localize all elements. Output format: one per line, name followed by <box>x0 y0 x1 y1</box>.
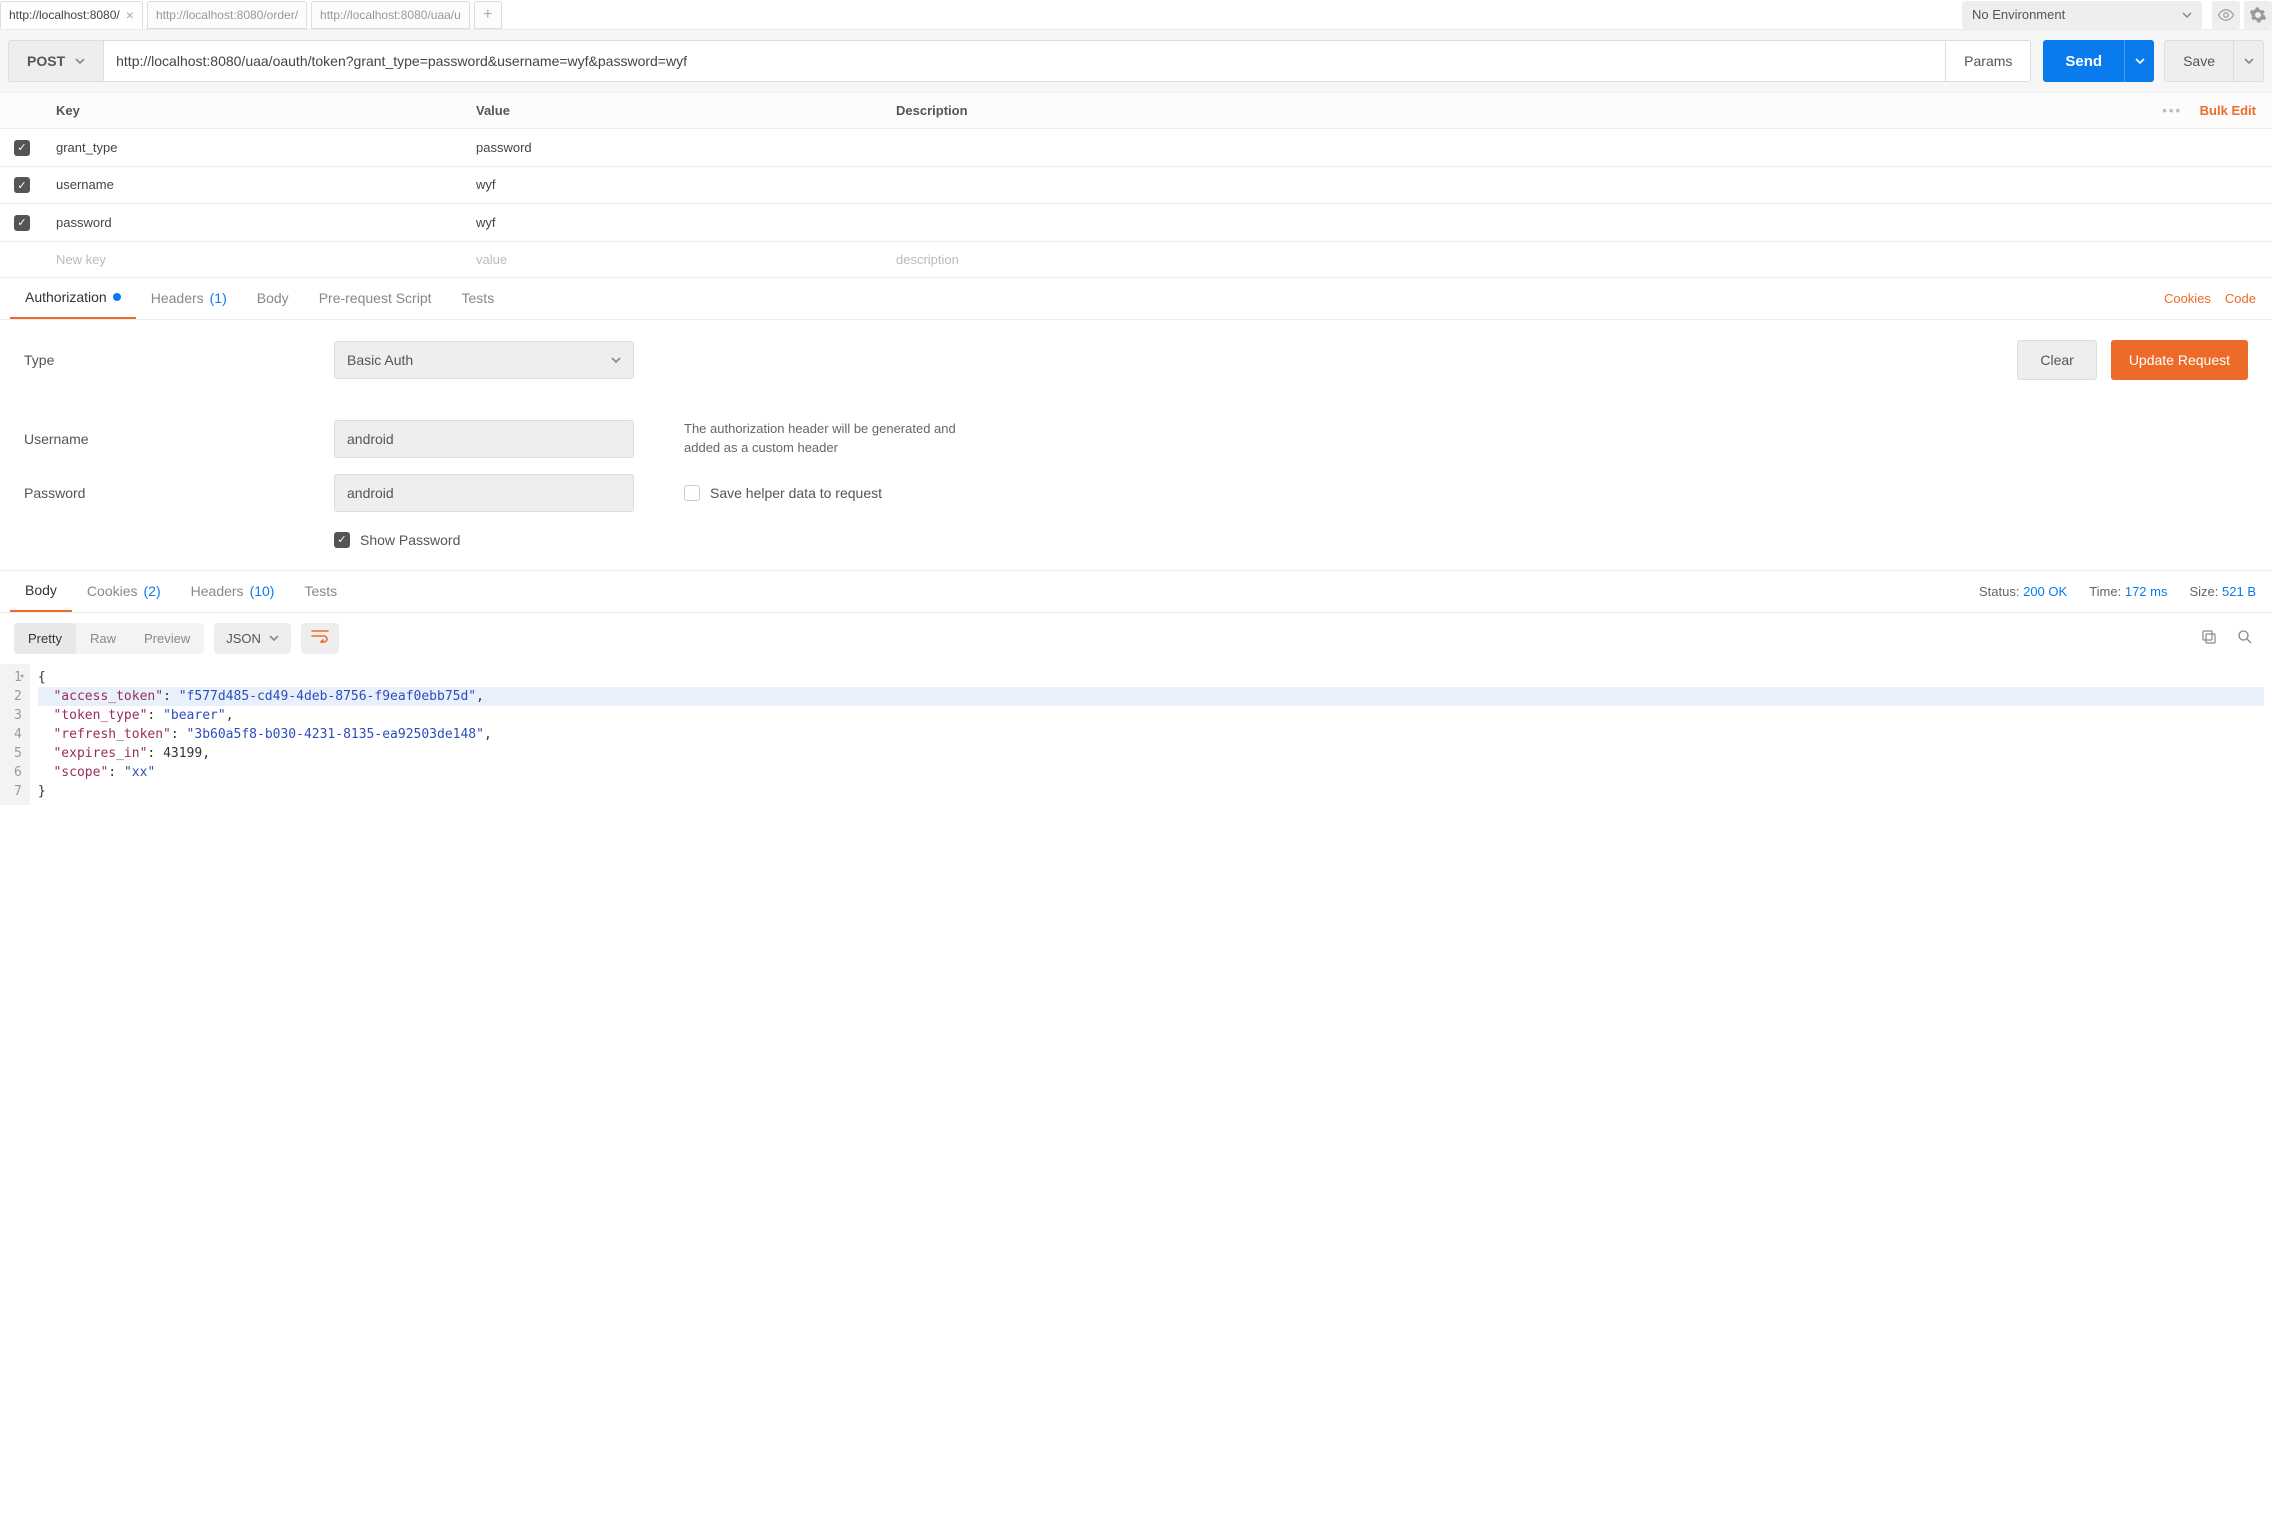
method-dropdown[interactable]: POST <box>8 40 104 82</box>
tab-label: Cookies <box>87 583 138 599</box>
preview-pill[interactable]: Preview <box>130 623 204 654</box>
gear-icon[interactable] <box>2244 1 2272 29</box>
cookies-count: (2) <box>144 583 161 599</box>
checkbox[interactable]: ✓ <box>14 177 30 193</box>
headers-count: (10) <box>250 583 275 599</box>
param-key[interactable]: username <box>44 166 464 204</box>
username-field[interactable] <box>334 420 634 458</box>
tab-label: http://localhost:8080/uaa/u <box>320 8 461 22</box>
eye-icon[interactable] <box>2212 1 2240 29</box>
tab-authorization[interactable]: Authorization <box>10 277 136 319</box>
send-dropdown[interactable] <box>2124 40 2154 82</box>
params-table: Key Value Description ••• Bulk Edit ✓ gr… <box>0 93 2272 278</box>
password-label: Password <box>24 485 334 501</box>
resp-tab-body[interactable]: Body <box>10 570 72 612</box>
chevron-down-icon <box>2182 10 2192 20</box>
environment-dropdown[interactable]: No Environment <box>1962 1 2202 29</box>
more-icon[interactable]: ••• <box>2162 103 2182 118</box>
save-helper-label: Save helper data to request <box>710 485 882 501</box>
param-desc[interactable] <box>884 204 2272 242</box>
show-password-label: Show Password <box>360 532 460 548</box>
tab-tests[interactable]: Tests <box>447 277 510 319</box>
bulk-edit-link[interactable]: Bulk Edit <box>2200 103 2256 118</box>
show-password-checkbox[interactable]: ✓ <box>334 532 350 548</box>
auth-type-value: Basic Auth <box>347 352 413 368</box>
tab-body[interactable]: Body <box>242 277 304 319</box>
password-field[interactable] <box>334 474 634 512</box>
tab-1[interactable]: http://localhost:8080/order/ <box>147 1 307 29</box>
tab-label: http://localhost:8080/order/ <box>156 8 298 22</box>
close-icon[interactable]: × <box>126 8 134 22</box>
status-meta: Status: 200 OK <box>1979 584 2067 599</box>
checkbox[interactable]: ✓ <box>14 140 30 156</box>
table-row: ✓ password wyf <box>0 204 2272 242</box>
param-desc[interactable] <box>884 166 2272 204</box>
save-button[interactable]: Save <box>2164 40 2234 82</box>
format-dropdown[interactable]: JSON <box>214 623 291 654</box>
param-key[interactable]: password <box>44 204 464 242</box>
tab-label: http://localhost:8080/ <box>9 8 120 22</box>
url-input[interactable] <box>104 40 1946 82</box>
param-key[interactable]: grant_type <box>44 129 464 167</box>
tab-2[interactable]: http://localhost:8080/uaa/u <box>311 1 470 29</box>
format-label: JSON <box>226 631 261 646</box>
new-value-input[interactable]: value <box>464 241 884 277</box>
params-value-header: Value <box>464 93 884 129</box>
username-label: Username <box>24 431 334 447</box>
chevron-down-icon <box>269 633 279 643</box>
response-body-view: 1234567 { "access_token": "f577d485-cd49… <box>0 664 2272 805</box>
code-link[interactable]: Code <box>2225 291 2256 306</box>
tab-0[interactable]: http://localhost:8080/ × <box>0 1 143 29</box>
resp-tab-headers[interactable]: Headers (10) <box>176 570 290 612</box>
chevron-down-icon <box>2244 56 2254 66</box>
tab-label: Authorization <box>25 289 107 305</box>
auth-helper-text: The authorization header will be generat… <box>684 420 964 456</box>
time-meta: Time: 172 ms <box>2089 584 2167 599</box>
view-mode-group: Pretty Raw Preview <box>14 623 204 654</box>
param-value[interactable]: wyf <box>464 166 884 204</box>
copy-icon[interactable] <box>2196 624 2222 653</box>
clear-button[interactable]: Clear <box>2017 340 2096 380</box>
resp-tab-tests[interactable]: Tests <box>289 570 352 612</box>
auth-type-label: Type <box>24 352 334 368</box>
new-desc-input[interactable]: description <box>884 241 2272 277</box>
save-dropdown[interactable] <box>2234 40 2264 82</box>
param-value[interactable]: wyf <box>464 204 884 242</box>
tab-label: Headers <box>151 290 204 306</box>
params-button[interactable]: Params <box>1946 40 2031 82</box>
cookies-link[interactable]: Cookies <box>2164 291 2211 306</box>
environment-label: No Environment <box>1972 7 2065 22</box>
tab-label: Headers <box>191 583 244 599</box>
new-key-input[interactable]: New key <box>44 241 464 277</box>
params-desc-header: Description <box>884 93 1495 129</box>
add-tab-button[interactable]: + <box>474 1 502 29</box>
checkbox[interactable]: ✓ <box>14 215 30 231</box>
search-icon[interactable] <box>2232 624 2258 653</box>
table-row: ✓ grant_type password <box>0 129 2272 167</box>
raw-pill[interactable]: Raw <box>76 623 130 654</box>
size-meta: Size: 521 B <box>2189 584 2256 599</box>
tab-prerequest[interactable]: Pre-request Script <box>304 277 447 319</box>
tab-headers[interactable]: Headers (1) <box>136 277 242 319</box>
resp-tab-cookies[interactable]: Cookies (2) <box>72 570 176 612</box>
params-key-header: Key <box>44 93 464 129</box>
method-label: POST <box>27 53 65 69</box>
param-desc[interactable] <box>884 129 2272 167</box>
send-button[interactable]: Send <box>2043 40 2124 82</box>
table-row-new: New key value description <box>0 241 2272 277</box>
chevron-down-icon <box>611 355 621 365</box>
auth-type-dropdown[interactable]: Basic Auth <box>334 341 634 379</box>
active-dot-icon <box>113 293 121 301</box>
update-request-button[interactable]: Update Request <box>2111 340 2248 380</box>
save-helper-checkbox[interactable] <box>684 485 700 501</box>
chevron-down-icon <box>2135 56 2145 66</box>
table-row: ✓ username wyf <box>0 166 2272 204</box>
headers-count: (1) <box>210 290 227 306</box>
pretty-pill[interactable]: Pretty <box>14 623 76 654</box>
wrap-icon[interactable] <box>301 623 339 654</box>
param-value[interactable]: password <box>464 129 884 167</box>
chevron-down-icon <box>75 56 85 66</box>
tabs-strip: http://localhost:8080/ × http://localhos… <box>0 1 1962 29</box>
